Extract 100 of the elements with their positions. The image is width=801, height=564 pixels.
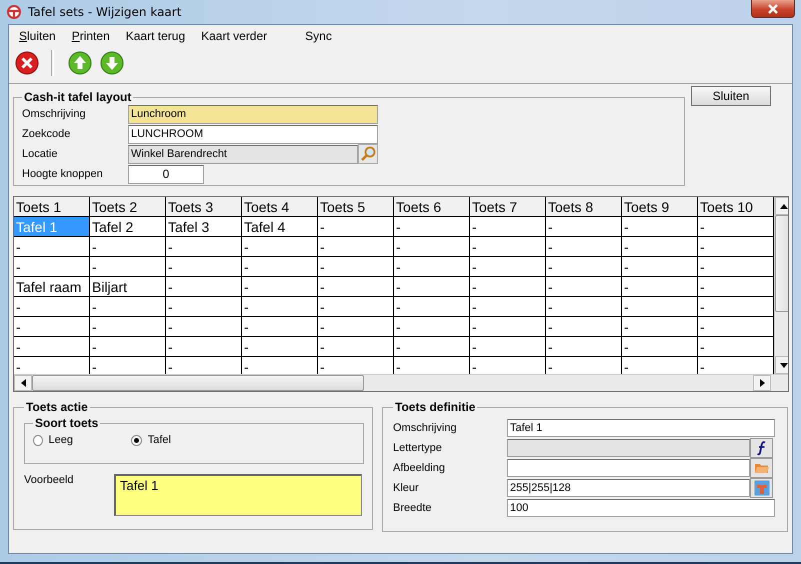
table-cell[interactable]: - [546,276,622,296]
table-cell[interactable]: - [394,276,470,296]
table-cell[interactable]: Tafel 4 [242,216,318,236]
column-header[interactable]: Toets 5 [318,197,394,216]
table-cell[interactable]: Tafel raam [14,276,90,296]
table-cell[interactable]: Tafel 3 [166,216,242,236]
table-cell[interactable]: - [14,296,90,316]
table-cell[interactable]: Biljart [90,276,166,296]
menu-item[interactable]: Printen [72,29,110,43]
table-cell[interactable]: - [698,256,774,276]
table-cell[interactable]: - [622,256,698,276]
table-cell[interactable]: - [470,336,546,356]
input-field[interactable]: LUNCHROOM [128,124,378,144]
table-cell[interactable]: - [90,296,166,316]
table-cell[interactable]: - [622,276,698,296]
table-cell[interactable]: - [546,256,622,276]
table-cell[interactable]: - [546,316,622,336]
table-cell[interactable]: - [90,236,166,256]
table-cell[interactable]: - [166,296,242,316]
table-cell[interactable]: - [166,236,242,256]
input-field[interactable]: 100 [507,499,775,517]
input-field[interactable]: 0 [128,164,204,184]
column-header[interactable]: Toets 4 [242,197,318,216]
table-cell[interactable]: - [698,276,774,296]
table-cell[interactable]: - [242,276,318,296]
column-header[interactable]: Toets 1 [14,197,90,216]
table-cell[interactable]: - [14,336,90,356]
menu-item[interactable]: Sluiten [19,29,56,43]
column-header[interactable]: Toets 2 [90,197,166,216]
menu-item[interactable]: Kaart verder [201,29,268,43]
table-cell[interactable]: - [470,256,546,276]
table-cell[interactable]: - [470,296,546,316]
table-cell[interactable]: - [90,336,166,356]
table-cell[interactable]: - [242,236,318,256]
table-cell[interactable]: - [622,296,698,316]
table-cell[interactable]: - [546,296,622,316]
radio-button[interactable]: Tafel [131,434,171,446]
table-cell[interactable]: - [394,256,470,276]
group-title: Toets definitie [394,400,476,414]
table-cell[interactable]: - [90,256,166,276]
table-cell[interactable]: - [166,316,242,336]
table-cell[interactable]: - [698,296,774,316]
table-cell[interactable]: - [166,336,242,356]
table-cell[interactable]: - [242,316,318,336]
table-cell[interactable]: - [318,236,394,256]
table-cell[interactable]: - [622,216,698,236]
column-header[interactable]: Toets 3 [166,197,242,216]
column-header[interactable]: Toets 7 [470,197,546,216]
table-cell[interactable]: - [90,316,166,336]
table-cell[interactable]: - [546,336,622,356]
table-cell[interactable]: - [242,256,318,276]
table-cell[interactable]: - [14,256,90,276]
table-cell[interactable]: - [698,316,774,336]
close-button[interactable]: Sluiten [691,86,771,106]
input-field[interactable]: Winkel Barendrecht [128,144,358,164]
column-header[interactable]: Toets 8 [546,197,622,216]
table-cell[interactable]: - [318,216,394,236]
table-cell[interactable]: - [14,316,90,336]
table-cell[interactable]: - [698,236,774,256]
table-cell[interactable]: - [394,316,470,336]
table-cell[interactable]: - [394,216,470,236]
field-label: Omschrijving [22,108,87,120]
table-cell[interactable]: - [242,296,318,316]
table-cell[interactable]: Tafel 2 [90,216,166,236]
table-cell[interactable]: - [166,256,242,276]
table-cell[interactable]: - [394,336,470,356]
table-cell[interactable]: - [622,236,698,256]
table-cell[interactable]: - [242,336,318,356]
table-cell[interactable]: - [318,276,394,296]
radio-button[interactable]: Leeg [33,434,73,446]
table-cell[interactable]: - [318,316,394,336]
column-header[interactable]: Toets 6 [394,197,470,216]
table-cell[interactable]: - [166,276,242,296]
table-cell[interactable]: - [698,336,774,356]
table-cell[interactable]: - [546,216,622,236]
menu-item[interactable]: Kaart terug [126,29,186,43]
table-cell[interactable]: - [622,316,698,336]
input-field[interactable]: 255|255|128 [507,479,750,497]
field-label: Breedte [393,502,433,514]
table-cell[interactable]: - [546,236,622,256]
column-header[interactable]: Toets 9 [622,197,698,216]
table-cell[interactable]: - [470,276,546,296]
table-cell[interactable]: - [622,336,698,356]
field-label: Omschrijving [393,422,458,434]
input-field[interactable]: Lunchroom [128,104,378,124]
field-label: Zoekcode [22,128,72,140]
table-cell[interactable]: - [318,296,394,316]
table-cell[interactable]: - [698,216,774,236]
table-cell[interactable]: - [318,336,394,356]
field-label: Kleur [393,482,420,494]
column-header[interactable]: Toets 10 [698,197,774,216]
table-cell[interactable]: - [14,236,90,256]
table-cell[interactable]: - [394,236,470,256]
table-cell[interactable]: - [394,296,470,316]
table-cell[interactable]: - [470,316,546,336]
input-field[interactable]: Tafel 1 [507,419,775,437]
table-cell[interactable]: - [470,216,546,236]
menu-item[interactable]: Sync [305,29,332,43]
table-cell[interactable]: - [318,256,394,276]
table-cell[interactable]: - [470,236,546,256]
